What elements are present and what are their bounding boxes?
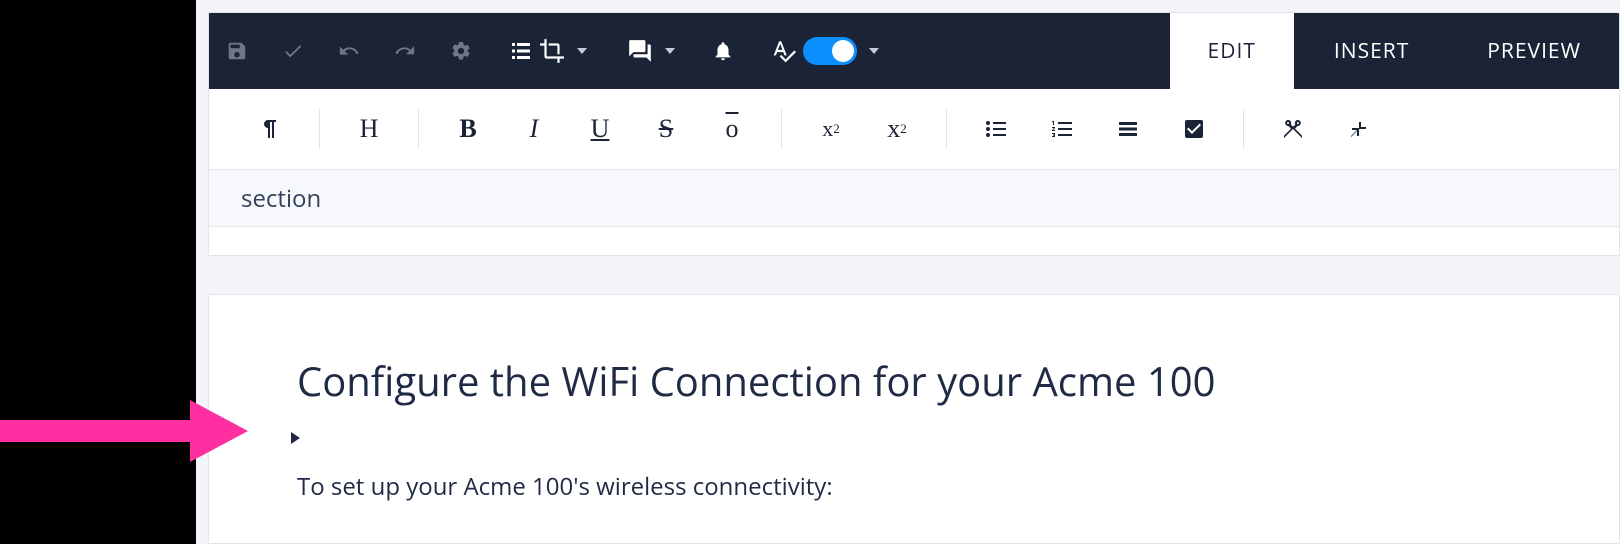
separator [1243,109,1244,149]
document-paragraph[interactable]: To set up your Acme 100's wireless conne… [297,470,1531,503]
breadcrumb[interactable]: section [209,169,1619,227]
strikethrough-button[interactable]: S [633,106,699,152]
redo-button[interactable] [377,13,433,89]
gear-icon [450,40,472,62]
chevron-down-icon [869,48,879,54]
bold-button[interactable]: B [435,106,501,152]
side-black-bar [0,0,196,544]
numbered-list-button[interactable] [1029,106,1095,152]
cut-button[interactable] [1260,106,1326,152]
block-list-button[interactable] [1095,106,1161,152]
spellcheck-toggle-group[interactable] [751,13,899,89]
save-icon [226,40,248,62]
separator [781,109,782,149]
toggle-knob [832,40,854,62]
comments-icon [627,38,653,64]
pilcrow-icon [258,117,282,141]
bullet-list-icon [984,117,1008,141]
tab-preview[interactable]: PREVIEW [1449,13,1619,89]
redo-icon [394,40,416,62]
checklist-button[interactable] [1161,106,1227,152]
italic-button[interactable]: I [501,106,567,152]
check-icon [282,40,304,62]
collapse-button[interactable] [1326,106,1392,152]
tab-insert[interactable]: INSERT [1296,13,1447,89]
editor-toolbars-panel: EDIT INSERT PREVIEW H B I U S o x2 x2 [208,12,1620,256]
underline-button[interactable]: U [567,106,633,152]
separator [319,109,320,149]
disclosure-triangle[interactable] [291,432,300,444]
layout-icon [509,39,533,63]
superscript-button[interactable]: x2 [798,106,864,152]
save-button[interactable] [209,13,265,89]
crop-icon [539,38,565,64]
bullet-list-button[interactable] [963,106,1029,152]
paragraph-button[interactable] [237,106,303,152]
block-list-icon [1116,117,1140,141]
heading-button[interactable]: H [336,106,402,152]
spellcheck-toggle[interactable] [803,37,857,65]
numbered-list-icon [1050,117,1074,141]
tab-edit[interactable]: EDIT [1170,13,1294,89]
approve-button[interactable] [265,13,321,89]
subscript-button[interactable]: x2 [864,106,930,152]
top-toolbar: EDIT INSERT PREVIEW [209,13,1619,89]
chevron-down-icon [577,48,587,54]
notifications-button[interactable] [695,13,751,89]
undo-icon [338,40,360,62]
overline-button[interactable]: o [699,106,765,152]
formatting-toolbar: H B I U S o x2 x2 [209,89,1619,169]
chevron-down-icon [665,48,675,54]
settings-button[interactable] [433,13,489,89]
document-title[interactable]: Configure the WiFi Connection for your A… [297,353,1531,408]
layout-dropdown[interactable] [489,13,607,89]
spellcheck-icon [771,38,797,64]
scissors-icon [1281,117,1305,141]
separator [418,109,419,149]
checklist-icon [1182,117,1206,141]
mode-tabs: EDIT INSERT PREVIEW [1170,13,1619,89]
bell-icon [712,40,734,62]
undo-button[interactable] [321,13,377,89]
document-canvas[interactable]: Configure the WiFi Connection for your A… [208,294,1620,544]
comments-dropdown[interactable] [607,13,695,89]
collapse-icon [1347,117,1371,141]
separator [946,109,947,149]
